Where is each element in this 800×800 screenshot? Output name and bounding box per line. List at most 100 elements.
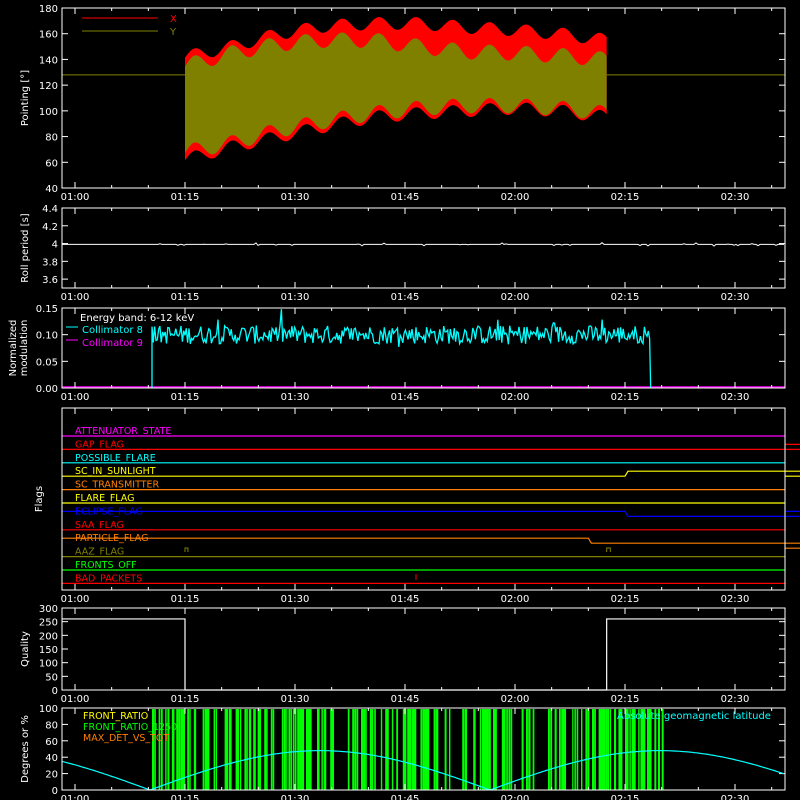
- front-ratio-bar: [391, 709, 394, 790]
- front-ratio-bar: [486, 709, 489, 790]
- x-tick-label: 02:15: [611, 392, 640, 403]
- x-tick-label: 01:15: [171, 292, 200, 303]
- front-ratio-bar: [449, 709, 451, 790]
- front-ratio-bar: [563, 709, 567, 790]
- front-ratio-bar: [354, 709, 357, 790]
- front-ratio-bar: [581, 709, 583, 790]
- panel-frame-4: [61, 607, 786, 691]
- y-axis-label: Normalized: [8, 320, 19, 377]
- front-ratio-bar: [215, 709, 218, 790]
- x-tick-label: 01:00: [61, 794, 90, 800]
- x-tick-label: 02:00: [501, 694, 530, 705]
- y-tick-label: 60: [45, 737, 58, 748]
- front-ratio-bar: [607, 709, 610, 790]
- front-ratio-bar: [352, 709, 355, 790]
- aaz-blip: [606, 547, 611, 552]
- front-ratio-bar: [427, 709, 430, 790]
- front-ratio-bar: [264, 709, 267, 790]
- x-tick-label: 01:45: [391, 594, 420, 605]
- y-axis-label: modulation: [19, 320, 30, 377]
- x-tick-label: 01:45: [391, 292, 420, 303]
- legend-label: MAX_DET_VS_TOT: [83, 733, 169, 744]
- x-tick-label: 02:30: [721, 794, 750, 800]
- flag-label-attenuator-state: ATTENUATOR_STATE: [75, 426, 171, 437]
- front-ratio-bar: [592, 709, 595, 790]
- front-ratio-bar: [281, 709, 284, 790]
- front-ratio-bar: [396, 709, 399, 790]
- front-ratio-bar: [495, 709, 497, 790]
- y-tick-label: 100: [39, 659, 58, 670]
- front-ratio-bar: [301, 709, 305, 790]
- front-ratio-bar: [356, 709, 359, 790]
- x-tick-label: 01:30: [281, 694, 310, 705]
- front-ratio-bar: [178, 709, 181, 790]
- front-ratio-bar: [229, 709, 232, 790]
- x-tick-label: 02:30: [721, 392, 750, 403]
- flag-label-aaz-flag: AAZ_FLAG: [75, 547, 124, 558]
- y-tick-label: 0.05: [36, 357, 58, 368]
- x-tick-label: 01:30: [281, 594, 310, 605]
- front-ratio-bar: [510, 709, 513, 790]
- y-axis-label: Roll period [s]: [20, 213, 31, 282]
- legend-label: Collimator 8: [82, 325, 143, 336]
- flag-label-sc-transmitter: SC_TRANSMITTER: [75, 480, 160, 491]
- front-ratio-bar: [306, 709, 309, 790]
- front-ratio-bar: [504, 709, 506, 790]
- flag-label-fronts-off: FRONTS_OFF: [75, 560, 137, 571]
- y-tick-label: 180: [39, 4, 58, 15]
- flag-label-saa-flag: SAA_FLAG: [75, 520, 124, 531]
- front-ratio-bar: [372, 709, 374, 790]
- x-tick-label: 01:00: [61, 292, 90, 303]
- front-ratio-bar: [402, 709, 406, 790]
- flag-line-particle-flag: [62, 537, 800, 549]
- x-tick-label: 02:30: [721, 192, 750, 203]
- front-ratio-bar: [585, 709, 588, 790]
- x-tick-label: 01:15: [171, 392, 200, 403]
- y-tick-label: 40: [45, 753, 58, 764]
- front-ratio-bar: [207, 709, 210, 790]
- front-ratio-bar: [248, 709, 252, 790]
- front-ratio-bar: [506, 709, 508, 790]
- x-tick-label: 01:15: [171, 594, 200, 605]
- y-tick-label: 100: [39, 704, 58, 715]
- y-tick-label: 80: [45, 720, 58, 731]
- front-ratio-bar: [609, 709, 612, 790]
- front-ratio-bar: [433, 709, 436, 790]
- front-ratio-bar: [266, 709, 268, 790]
- x-tick-label: 01:30: [281, 794, 310, 800]
- front-ratio-bar: [244, 709, 247, 790]
- front-ratio-bar: [299, 709, 302, 790]
- front-ratio-bar: [187, 709, 190, 790]
- x-tick-label: 01:45: [391, 192, 420, 203]
- energy-band-label: Energy band: 6-12 keV: [80, 313, 194, 324]
- front-ratio-bar: [548, 709, 550, 790]
- front-ratio-bar: [479, 709, 482, 790]
- aaz-blip: [184, 547, 189, 552]
- x-tick-label: 02:00: [501, 594, 530, 605]
- y-tick-label: 3.6: [42, 275, 58, 286]
- front-ratio-bar: [290, 709, 292, 790]
- front-ratio-bar: [572, 709, 574, 790]
- front-ratio-bar: [286, 709, 288, 790]
- front-ratio-bar: [374, 709, 376, 790]
- x-tick-label: 02:00: [501, 794, 530, 800]
- front-ratio-bar: [213, 709, 216, 790]
- y-tick-label: 160: [39, 30, 58, 41]
- x-tick-label: 02:00: [501, 192, 530, 203]
- y-tick-label: 80: [45, 133, 58, 144]
- front-ratio-bar: [292, 709, 295, 790]
- front-ratio-bar: [473, 709, 476, 790]
- x-tick-label: 01:30: [281, 292, 310, 303]
- front-ratio-bar: [407, 709, 410, 790]
- x-tick-label: 02:30: [721, 292, 750, 303]
- front-ratio-bar: [189, 709, 191, 790]
- front-ratio-bar: [594, 709, 596, 790]
- front-ratio-bar: [420, 709, 423, 790]
- front-ratio-bar: [253, 709, 256, 790]
- x-tick-label: 01:45: [391, 392, 420, 403]
- front-ratio-bar: [193, 709, 197, 790]
- x-tick-label: 02:15: [611, 794, 640, 800]
- y-tick-label: 150: [39, 645, 58, 656]
- y-tick-label: 0: [52, 686, 58, 697]
- quicklook-chart: 406080100120140160180Pointing [°]XY01:00…: [8, 4, 800, 800]
